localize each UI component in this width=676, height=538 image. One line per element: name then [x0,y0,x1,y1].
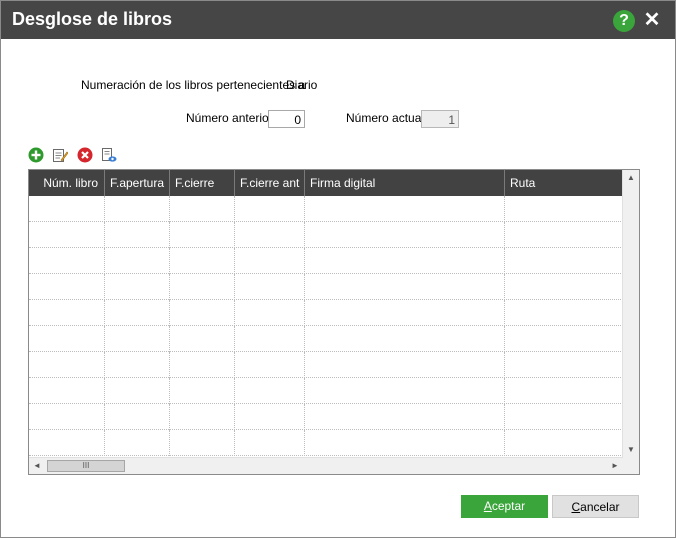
column-header[interactable]: Firma digital [305,170,505,196]
table-cell[interactable] [305,378,505,404]
table-row[interactable] [29,378,623,404]
delete-icon[interactable] [77,147,93,163]
table-cell[interactable] [305,248,505,274]
table-cell[interactable] [305,274,505,300]
table-cell[interactable] [105,196,170,222]
accept-label: ceptar [491,499,526,513]
column-header[interactable]: F.cierre ant [235,170,305,196]
cancel-button[interactable]: Cancelar [552,495,639,518]
cancel-label: ancelar [580,500,620,514]
table-cell[interactable] [305,352,505,378]
close-icon[interactable]: ✕ [642,8,662,32]
table-cell[interactable] [235,352,305,378]
table-row[interactable] [29,196,623,222]
table-cell[interactable] [170,326,235,352]
table-cell[interactable] [235,248,305,274]
scroll-up-icon[interactable]: ▲ [623,170,639,186]
table-cell[interactable] [105,404,170,430]
table-body [29,196,623,456]
previous-number-input[interactable]: 0 [268,110,305,128]
book-name: Diario [286,78,318,92]
column-header[interactable]: F.apertura [105,170,170,196]
table-row[interactable] [29,326,623,352]
table-cell[interactable] [29,404,105,430]
table-cell[interactable] [29,248,105,274]
table-cell[interactable] [29,378,105,404]
info-label: Numeración de los libros pertenecientes … [81,78,306,92]
table-cell[interactable] [170,248,235,274]
table-cell[interactable] [105,430,170,456]
table-cell[interactable] [105,300,170,326]
column-header[interactable]: F.cierre [170,170,235,196]
table-row[interactable] [29,274,623,300]
table-cell[interactable] [29,326,105,352]
preview-icon[interactable] [101,147,117,163]
table-cell[interactable] [105,378,170,404]
table-cell[interactable] [170,404,235,430]
table-cell[interactable] [105,326,170,352]
horizontal-scrollbar[interactable]: ◄ III ► [29,457,623,474]
table-row[interactable] [29,222,623,248]
vertical-scrollbar[interactable]: ▲ ▼ [622,170,639,458]
table-cell[interactable] [105,352,170,378]
table-cell[interactable] [235,430,305,456]
table-cell[interactable] [305,222,505,248]
scroll-thumb[interactable]: III [47,460,125,472]
accept-button[interactable]: Aceptar [461,495,548,518]
scroll-right-icon[interactable]: ► [607,458,623,474]
table-cell[interactable] [235,196,305,222]
table-cell[interactable] [305,196,505,222]
scroll-left-icon[interactable]: ◄ [29,458,45,474]
table-cell[interactable] [105,222,170,248]
scroll-corner [623,458,639,474]
table-cell[interactable] [105,248,170,274]
current-number-input: 1 [421,110,459,128]
edit-icon[interactable] [52,147,68,163]
table-cell[interactable] [305,404,505,430]
accept-mnemonic: A [483,499,492,513]
title-bar: Desglose de libros ? ✕ [1,1,675,39]
add-icon[interactable] [28,147,44,163]
table-cell[interactable] [29,430,105,456]
table-cell[interactable] [170,352,235,378]
table-cell[interactable] [29,274,105,300]
dialog-title: Desglose de libros [12,9,173,29]
table-header: Núm. libro F.apertura F.cierre F.cierre … [29,170,623,196]
table-cell[interactable] [105,274,170,300]
table-cell[interactable] [29,222,105,248]
table-cell[interactable] [235,300,305,326]
scroll-down-icon[interactable]: ▼ [623,442,639,458]
table-cell[interactable] [305,430,505,456]
table-row[interactable] [29,352,623,378]
table-cell[interactable] [305,326,505,352]
table-row[interactable] [29,404,623,430]
table-cell[interactable] [29,196,105,222]
table-cell[interactable] [235,326,305,352]
dialog-window: Desglose de libros ? ✕ Numeración de los… [0,0,676,538]
cancel-mnemonic: C [571,500,581,514]
table-cell[interactable] [29,300,105,326]
table-cell[interactable] [170,378,235,404]
table-cell[interactable] [29,352,105,378]
table-cell[interactable] [235,274,305,300]
current-number-label: Número actual [346,111,425,125]
table-cell[interactable] [235,222,305,248]
table-row[interactable] [29,430,623,456]
table-cell[interactable] [170,222,235,248]
books-table[interactable]: Núm. libro F.apertura F.cierre F.cierre … [28,169,640,475]
table-cell[interactable] [235,378,305,404]
column-header[interactable]: Ruta [505,170,623,196]
table-cell[interactable] [170,300,235,326]
table-cell[interactable] [170,196,235,222]
table-cell[interactable] [235,404,305,430]
previous-number-label: Número anterior [186,111,273,125]
column-header[interactable]: Núm. libro [29,170,105,196]
table-cell[interactable] [170,274,235,300]
table-row[interactable] [29,248,623,274]
help-icon[interactable]: ? [613,10,635,32]
table-row[interactable] [29,300,623,326]
table-cell[interactable] [170,430,235,456]
table-cell[interactable] [305,300,505,326]
